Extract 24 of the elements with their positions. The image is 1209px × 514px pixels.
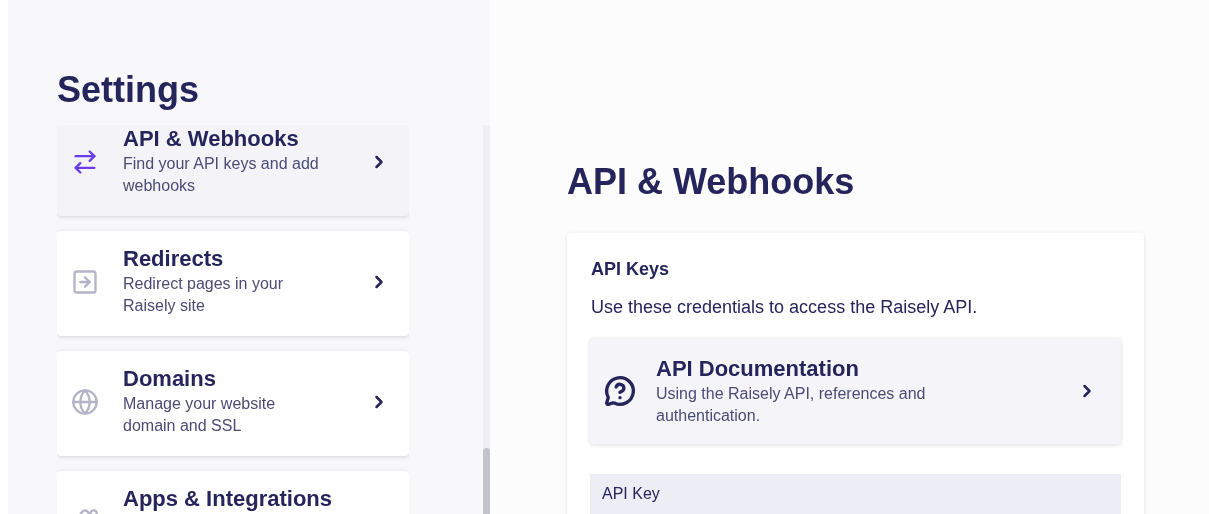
item-description: Redirect pages in your Raisely site <box>123 274 285 316</box>
settings-item[interactable]: Redirects Redirect pages in your Raisely site <box>57 231 409 336</box>
section-heading: API & Webhooks <box>567 160 856 204</box>
item-title: Redirects <box>123 245 225 273</box>
link-description: Using the Raisely API, references and authentication. <box>656 384 927 426</box>
documentation-link-card[interactable]: API Documentation Using the Raisely API, references and authentication. <box>590 338 1121 444</box>
settings-item[interactable]: Apps & Integrations <box>57 471 409 514</box>
field-label: API Key <box>602 485 660 502</box>
help-icon <box>604 375 636 407</box>
item-description: Find your API keys and add webhooks <box>123 154 320 196</box>
card-text: Use these credentials to access the Raisely API. <box>591 296 979 319</box>
scrollbar-thumb[interactable] <box>483 448 490 514</box>
item-title: Domains <box>123 365 217 393</box>
api-key-field[interactable]: API Key <box>590 474 1121 514</box>
enter-icon <box>71 267 99 296</box>
settings-item[interactable]: API & Webhooks Find your API keys and add webhooks <box>57 125 409 216</box>
page-title: Settings <box>57 68 200 112</box>
item-title: API & Webhooks <box>123 125 300 153</box>
card-title: API Keys <box>591 258 671 281</box>
link-title: API Documentation <box>656 355 860 383</box>
item-title: Apps & Integrations <box>123 485 333 513</box>
item-description: Manage your website domain and SSL <box>123 394 277 436</box>
settings-item[interactable]: Domains Manage your website domain and SSL <box>57 351 409 456</box>
globe-icon <box>71 387 99 416</box>
